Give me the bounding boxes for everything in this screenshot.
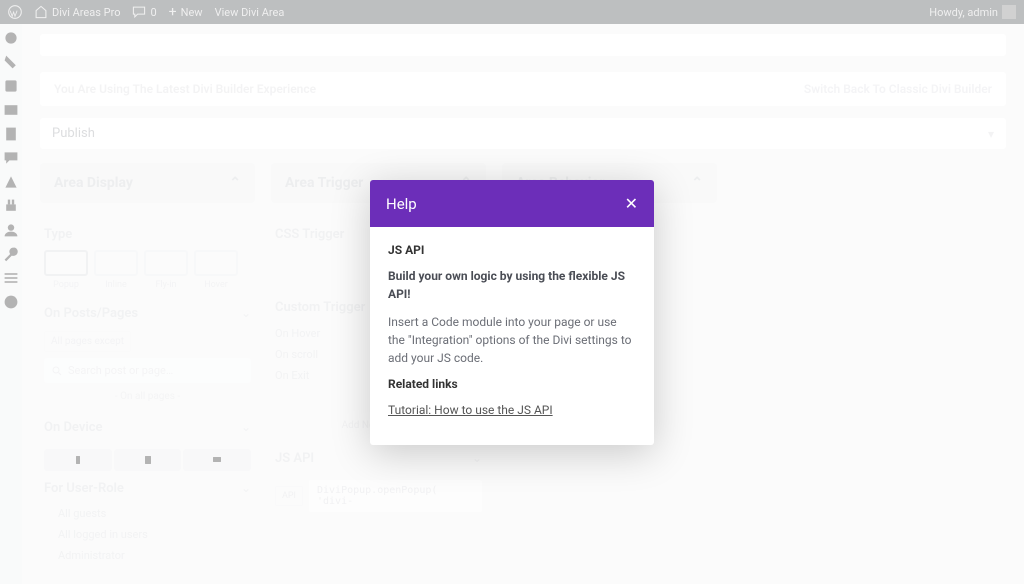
tutorial-link[interactable]: Tutorial: How to use the JS API <box>388 403 553 417</box>
modal-header: Help ✕ <box>370 180 654 227</box>
modal-title: Help <box>386 195 417 213</box>
modal-p1: Build your own logic by using the flexib… <box>388 267 636 303</box>
help-modal: Help ✕ JS API Build your own logic by us… <box>370 180 654 445</box>
related-heading: Related links <box>388 377 636 391</box>
modal-heading: JS API <box>388 243 636 257</box>
close-icon[interactable]: ✕ <box>625 194 638 213</box>
modal-p2: Insert a Code module into your page or u… <box>388 313 636 367</box>
